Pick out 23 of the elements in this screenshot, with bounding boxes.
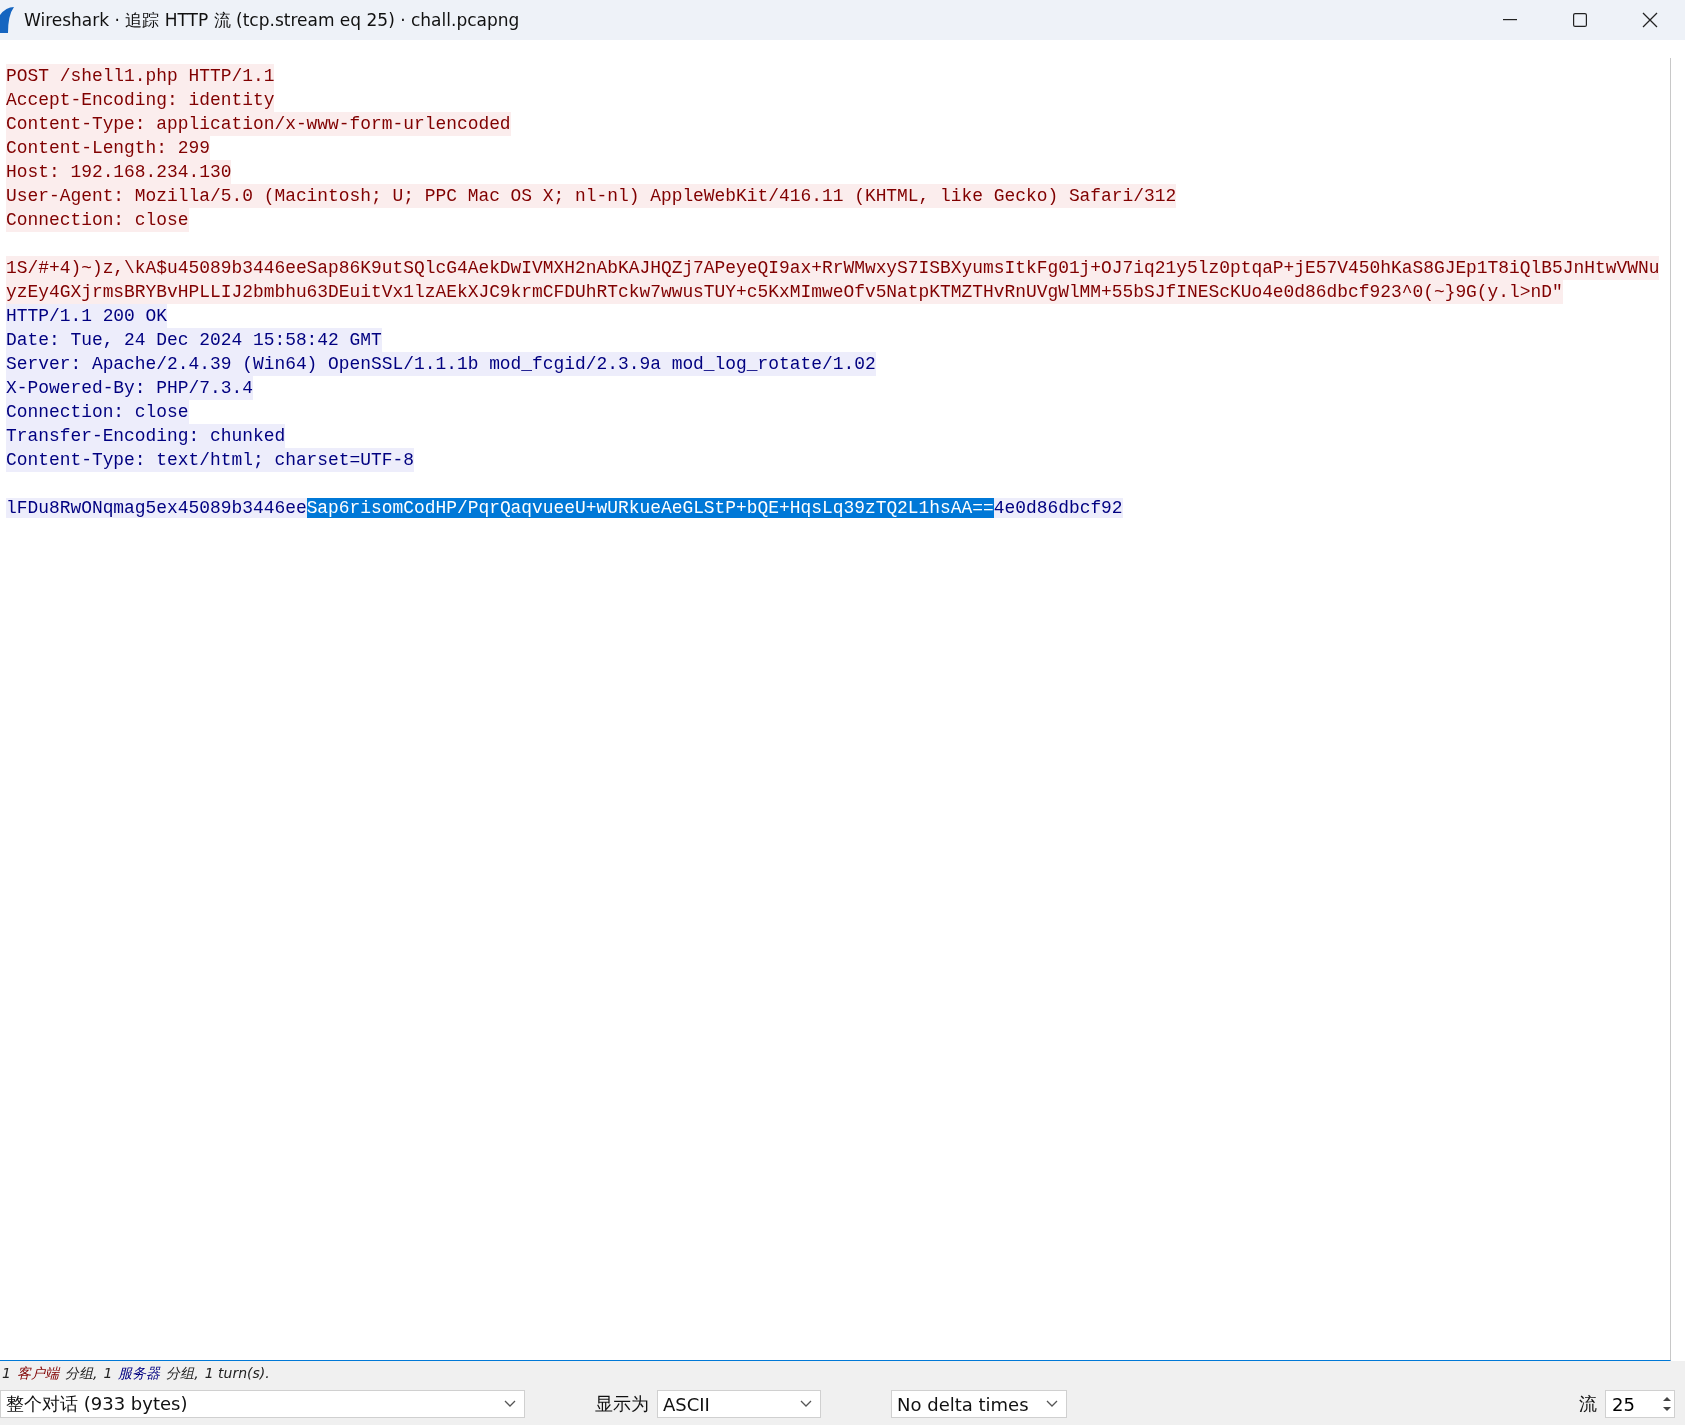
caret-icon bbox=[800, 1400, 812, 1408]
stream-line: lFDu8RwONqmag5ex45089b3446eeSap6risomCodHP/PqrQaqvueeU+wURkueAeGLStP+bQE+HqsLq39zTQ2L1hsAA==4e0d86dbcf92 bbox=[6, 497, 1123, 520]
summary-text: 1 bbox=[2, 1365, 11, 1383]
summary-text: 分组, bbox=[64, 1365, 98, 1383]
stream-text-area[interactable] bbox=[0, 58, 1671, 1361]
summary-text: 1 bbox=[103, 1365, 113, 1383]
summary-text: 服务器 bbox=[118, 1365, 161, 1383]
summary-text: 1 turn(s). bbox=[204, 1365, 270, 1383]
caret-icon bbox=[504, 1400, 516, 1408]
show-as-label: 显示为 bbox=[595, 1392, 649, 1416]
maximize-icon bbox=[1573, 13, 1587, 27]
conversation-select[interactable]: 整个对话 (933 bytes) bbox=[0, 1390, 525, 1418]
summary-text: 客户端 bbox=[16, 1365, 59, 1383]
show-as-select[interactable]: ASCII bbox=[657, 1390, 821, 1418]
minimize-icon bbox=[1503, 19, 1517, 21]
close-icon bbox=[1642, 12, 1658, 28]
shark-fin-icon bbox=[0, 7, 16, 33]
caret-icon bbox=[1046, 1400, 1058, 1408]
stream-label: 流 bbox=[1579, 1392, 1597, 1416]
summary-text: 分组, bbox=[166, 1365, 199, 1383]
delta-times-select[interactable]: No delta times bbox=[891, 1390, 1067, 1418]
stream-spinbox[interactable]: 25 bbox=[1605, 1390, 1675, 1418]
window-title: Wireshark · 追踪 HTTP 流 (tcp.stream eq 25) · chall.pcapng bbox=[24, 8, 521, 32]
